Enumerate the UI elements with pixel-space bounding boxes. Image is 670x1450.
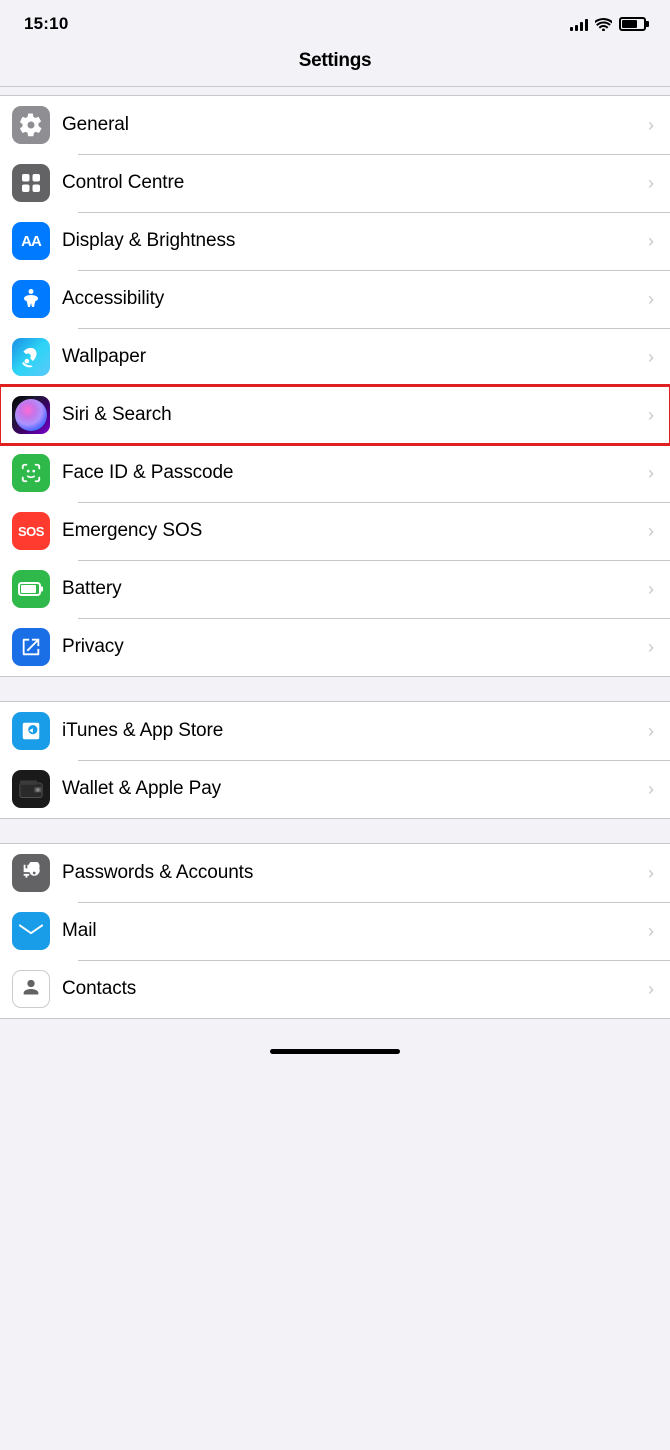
settings-item-mail[interactable]: Mail › <box>0 902 670 960</box>
settings-item-battery[interactable]: Battery › <box>0 560 670 618</box>
contacts-icon <box>12 970 50 1008</box>
nav-bar: Settings <box>0 44 670 87</box>
display-brightness-label: Display & Brightness <box>62 230 640 252</box>
siri-search-label: Siri & Search <box>62 404 640 426</box>
settings-item-contacts[interactable]: Contacts › <box>0 960 670 1018</box>
wallpaper-label: Wallpaper <box>62 346 640 368</box>
battery-status-icon <box>619 17 646 31</box>
itunes-app-store-label: iTunes & App Store <box>62 720 640 742</box>
display-brightness-icon: AA <box>12 222 50 260</box>
accessibility-label: Accessibility <box>62 288 640 310</box>
passwords-accounts-label: Passwords & Accounts <box>62 862 640 884</box>
passwords-icon <box>12 854 50 892</box>
wallet-apple-pay-label: Wallet & Apple Pay <box>62 778 640 800</box>
settings-item-control-centre[interactable]: Control Centre › <box>0 154 670 212</box>
mail-icon <box>12 912 50 950</box>
settings-item-wallet-apple-pay[interactable]: Wallet & Apple Pay › <box>0 760 670 818</box>
gear-icon <box>12 106 50 144</box>
battery-icon <box>12 570 50 608</box>
chevron-icon: › <box>648 779 654 800</box>
settings-list-2: iTunes & App Store › Wallet & Apple Pay … <box>0 701 670 819</box>
privacy-label: Privacy <box>62 636 640 658</box>
settings-item-accessibility[interactable]: Accessibility › <box>0 270 670 328</box>
section-group-2: iTunes & App Store › Wallet & Apple Pay … <box>0 677 670 819</box>
face-id-label: Face ID & Passcode <box>62 462 640 484</box>
privacy-icon <box>12 628 50 666</box>
settings-list-3: Passwords & Accounts › Mail › <box>0 843 670 1019</box>
page-title: Settings <box>299 50 372 71</box>
battery-label: Battery <box>62 578 640 600</box>
chevron-icon: › <box>648 463 654 484</box>
status-time: 15:10 <box>24 14 68 34</box>
mail-label: Mail <box>62 920 640 942</box>
settings-item-display-brightness[interactable]: AA Display & Brightness › <box>0 212 670 270</box>
section-group-1: General › Control Centre › AA <box>0 87 670 677</box>
settings-item-privacy[interactable]: Privacy › <box>0 618 670 676</box>
status-bar: 15:10 <box>0 0 670 44</box>
settings-item-face-id[interactable]: Face ID & Passcode › <box>0 444 670 502</box>
chevron-icon: › <box>648 231 654 252</box>
control-centre-label: Control Centre <box>62 172 640 194</box>
settings-item-itunes-app-store[interactable]: iTunes & App Store › <box>0 702 670 760</box>
settings-item-siri-search[interactable]: Siri & Search › <box>0 386 670 444</box>
emergency-sos-label: Emergency SOS <box>62 520 640 542</box>
settings-item-emergency-sos[interactable]: SOS Emergency SOS › <box>0 502 670 560</box>
chevron-icon: › <box>648 521 654 542</box>
control-centre-icon <box>12 164 50 202</box>
chevron-icon: › <box>648 863 654 884</box>
app-store-icon <box>12 712 50 750</box>
signal-bars-icon <box>570 17 588 31</box>
wallpaper-icon <box>12 338 50 376</box>
settings-list-1: General › Control Centre › AA <box>0 95 670 677</box>
chevron-icon: › <box>648 921 654 942</box>
chevron-icon: › <box>648 637 654 658</box>
section-group-3: Passwords & Accounts › Mail › <box>0 819 670 1019</box>
general-label: General <box>62 114 640 136</box>
settings-item-passwords-accounts[interactable]: Passwords & Accounts › <box>0 844 670 902</box>
chevron-icon: › <box>648 115 654 136</box>
siri-icon <box>12 396 50 434</box>
chevron-icon: › <box>648 579 654 600</box>
chevron-icon: › <box>648 289 654 310</box>
status-icons <box>570 17 646 31</box>
chevron-icon: › <box>648 347 654 368</box>
accessibility-icon <box>12 280 50 318</box>
contacts-label: Contacts <box>62 978 640 1000</box>
home-indicator <box>0 1019 670 1074</box>
chevron-icon: › <box>648 721 654 742</box>
home-bar <box>270 1049 400 1054</box>
chevron-icon: › <box>648 173 654 194</box>
settings-item-general[interactable]: General › <box>0 96 670 154</box>
wallet-icon <box>12 770 50 808</box>
settings-item-wallpaper[interactable]: Wallpaper › <box>0 328 670 386</box>
face-id-icon <box>12 454 50 492</box>
chevron-icon: › <box>648 405 654 426</box>
wifi-icon <box>595 18 612 31</box>
emergency-sos-icon: SOS <box>12 512 50 550</box>
chevron-icon: › <box>648 979 654 1000</box>
